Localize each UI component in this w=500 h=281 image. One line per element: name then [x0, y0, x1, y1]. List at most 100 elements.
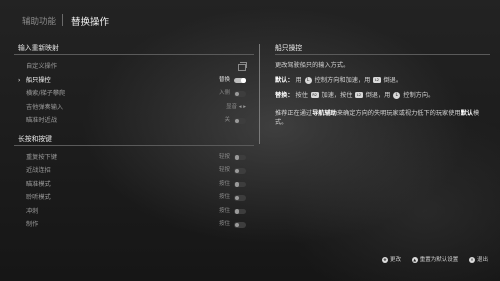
text: 加速，按住 [321, 92, 353, 99]
setting-row-repeated-press[interactable]: 重复按下键 轻按 [14, 151, 254, 165]
toggle-switch[interactable] [234, 208, 246, 215]
dpad-icon: ✥ [381, 256, 388, 263]
tab-divider [62, 14, 63, 26]
toggle-knob [234, 209, 239, 214]
setting-row-listen-mode[interactable]: 聆听模式 按住 [14, 191, 254, 205]
setting-value: 显音 [225, 103, 237, 110]
section-header-input-remap: 输入重新映射 [14, 41, 254, 55]
footer-label: 重置为默认设置 [419, 257, 459, 263]
setting-value: 按住 [218, 194, 230, 200]
toggle-switch[interactable] [234, 222, 246, 228]
description-line: 更改驾驶船只的输入方式。 [275, 62, 350, 69]
setting-row-crafting[interactable]: 制作 按住 [14, 218, 254, 232]
cycle-arrows-icon[interactable]: ◂ ▸ [239, 101, 246, 115]
setting-label: 聆听模式 [26, 194, 51, 201]
setting-row-guitar-input[interactable]: 吉他弹奏输入 显音 ◂ ▸ [14, 101, 254, 115]
setting-label: 近战连招 [26, 167, 51, 174]
toggle-knob [234, 195, 239, 201]
text: 倒退，用 [365, 92, 391, 99]
left-stick-icon: L [304, 76, 312, 84]
footer-change[interactable]: ✥ 更改 [381, 255, 401, 263]
footer-reset-defaults[interactable]: ▲ 重置为默认设置 [411, 255, 459, 263]
setting-value: 按住 [218, 221, 230, 227]
setting-row-aim-mode[interactable]: 瞄准模式 按住 [14, 178, 254, 192]
l2-button-icon: L2 [355, 92, 363, 98]
section-divider [14, 54, 254, 55]
description-title-text: 船只操控 [275, 44, 303, 52]
toggle-switch[interactable] [234, 91, 246, 97]
footer-hints: ✥ 更改 ▲ 重置为默认设置 ✕ 退出 [373, 255, 488, 263]
settings-list: 输入重新映射 自定义操作 › 船只操控 替换 横索/梯子攀爬 入侧 吉他弹奏输入… [14, 41, 254, 232]
text: 控制方向。 [403, 92, 435, 99]
cross-button-icon: ✕ [468, 256, 475, 263]
setting-label: 重复按下键 [26, 153, 57, 161]
setting-value: 按住 [218, 207, 230, 214]
setting-value: 替换 [218, 76, 230, 83]
text: 按住 [295, 92, 308, 99]
toggle-knob [234, 222, 239, 228]
section-header-hold-press: 长按和按键 [14, 132, 254, 146]
toggle-switch[interactable] [234, 154, 246, 161]
setting-value: 按住 [218, 180, 230, 187]
text: 用 [295, 77, 302, 84]
selection-cursor-icon: › [18, 76, 21, 84]
toggle-switch[interactable] [234, 118, 246, 124]
description-panel: 船只操控 更改驾驶船只的输入方式。 默认： 用 L 控制方向和加速，用 L2 倒… [275, 41, 490, 127]
panel-divider [259, 44, 260, 144]
text: 推荐正在通过 [275, 110, 313, 117]
setting-row-rope-ladder[interactable]: 横索/梯子攀爬 入侧 [14, 87, 254, 101]
toggle-knob [234, 182, 239, 187]
toggle-switch[interactable] [234, 181, 246, 188]
toggle-switch[interactable] [234, 195, 246, 201]
setting-label: 瞄准时近战 [26, 117, 57, 124]
highlight-text: 默认 [460, 110, 473, 117]
setting-label: 船只操控 [26, 76, 51, 84]
setting-row-sprint[interactable]: 冲刺 按住 [14, 205, 254, 219]
text: 倒退。 [383, 77, 403, 84]
setting-value: 关 [224, 117, 230, 123]
setting-row-melee-combo[interactable]: 近战连招 轻按 [14, 164, 254, 178]
description-title: 船只操控 [275, 41, 490, 55]
description-alternate: 替换： 按住 R2 加速，按住 L2 倒退，用 L 控制方向。 [275, 91, 490, 100]
text: 控制方向和加速，用 [314, 77, 371, 84]
l2-button-icon: L2 [373, 77, 381, 83]
section-title: 长按和按键 [18, 134, 52, 143]
footer-exit[interactable]: ✕ 退出 [468, 255, 488, 263]
setting-label: 吉他弹奏输入 [26, 103, 64, 111]
setting-label: 横索/梯子攀爬 [26, 90, 66, 97]
section-title: 输入重新映射 [18, 44, 59, 52]
setting-row-boat-controls[interactable]: › 船只操控 替换 [14, 74, 254, 88]
toggle-switch[interactable] [234, 77, 246, 84]
toggle-switch[interactable] [234, 168, 246, 174]
description-default: 默认： 用 L 控制方向和加速，用 L2 倒退。 [275, 76, 490, 85]
description-divider [275, 54, 490, 55]
footer-label: 更改 [389, 257, 401, 263]
toggle-knob [234, 168, 239, 174]
copy-icon [238, 61, 247, 71]
default-label: 默认： [275, 77, 294, 84]
setting-value: 轻按 [218, 153, 230, 160]
alternate-label: 替换： [275, 92, 294, 99]
toggle-knob [241, 78, 246, 83]
description-note: 推荐正在通过导航辅助来确定方向的失明玩家或视力低下的玩家使用默认模式。 [275, 109, 490, 127]
setting-row-custom-controls[interactable]: 自定义操作 [14, 60, 254, 74]
setting-row-melee-aim[interactable]: 瞄准时近战 关 [14, 114, 254, 128]
text: 来确定方向的失明玩家或视力低下的玩家使用 [336, 110, 461, 117]
setting-value: 入侧 [218, 90, 230, 96]
setting-label: 冲刺 [26, 207, 39, 215]
left-stick-icon: L [393, 91, 401, 99]
toggle-knob [234, 118, 239, 124]
toggle-knob [234, 91, 239, 97]
setting-label: 瞄准模式 [26, 180, 51, 188]
setting-label: 制作 [26, 221, 39, 228]
highlight-text: 导航辅助 [312, 110, 337, 117]
header: 辅助功能 替换操作 [0, 0, 500, 40]
setting-value: 轻按 [218, 167, 230, 173]
r2-button-icon: R2 [310, 92, 319, 98]
toggle-knob [234, 155, 239, 160]
triangle-button-icon: ▲ [411, 256, 418, 263]
tab-alternate-controls[interactable]: 替换操作 [71, 14, 109, 28]
tab-accessibility[interactable]: 辅助功能 [22, 15, 56, 27]
setting-label: 自定义操作 [26, 63, 57, 70]
footer-label: 退出 [476, 257, 488, 263]
